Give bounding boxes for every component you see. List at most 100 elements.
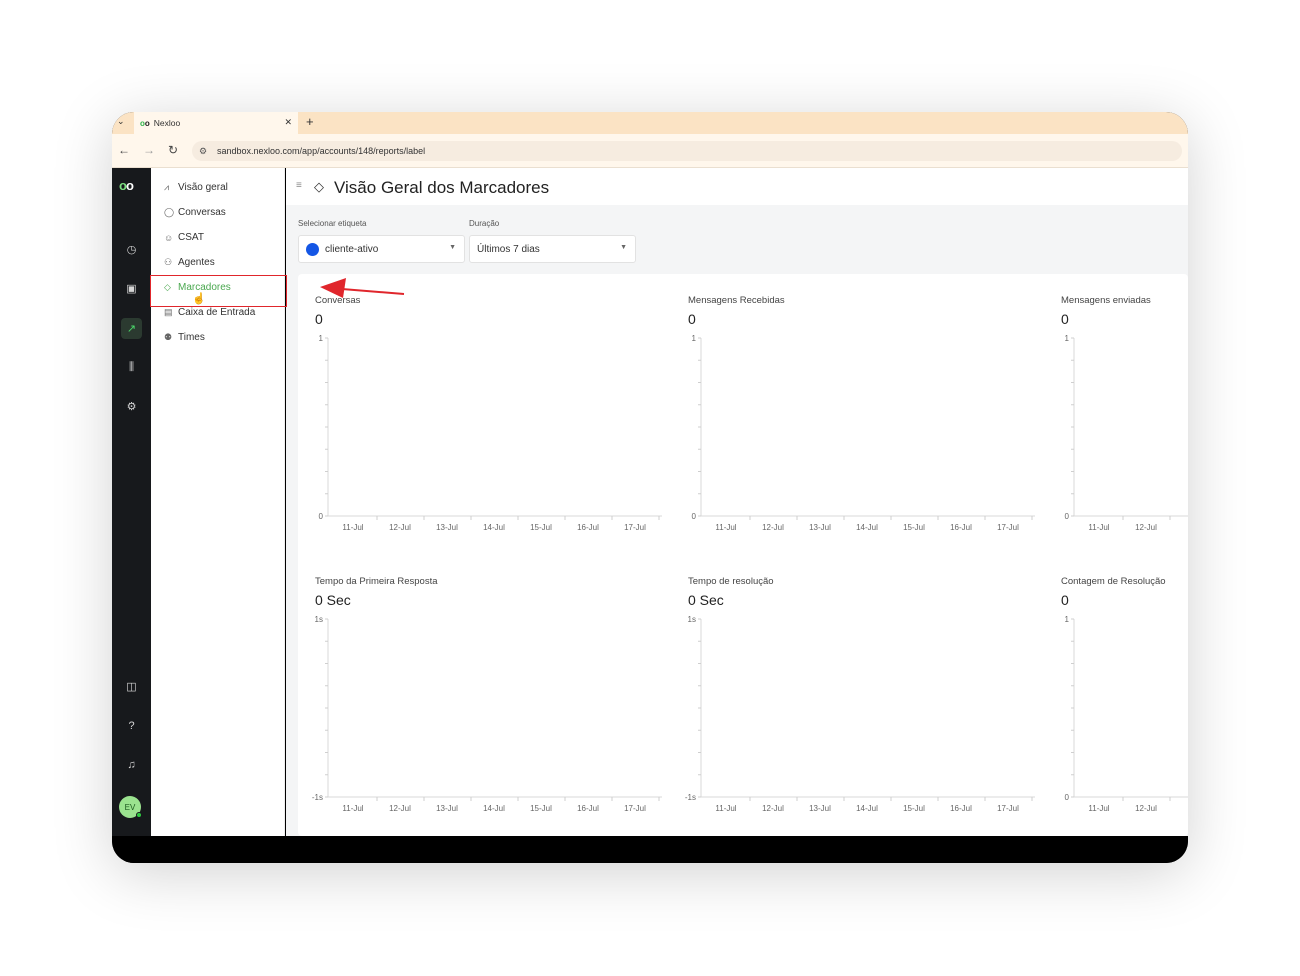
reload-icon[interactable]: ↻ (168, 143, 178, 157)
x-tick-label: 11-Jul (715, 523, 736, 532)
x-tick-label: 15-Jul (903, 523, 925, 532)
label-select[interactable]: cliente-ativo ▼ (298, 235, 465, 263)
logo: oo (119, 178, 134, 193)
sidebar-item-agentes[interactable]: ⚇ Agentes (164, 257, 215, 268)
duration-select-value: Últimos 7 dias (477, 243, 540, 255)
x-tick-label: 14-Jul (856, 804, 878, 813)
x-tick-label: 12-Jul (762, 523, 784, 532)
y-tick-label: 1 (1065, 615, 1070, 624)
highlight-box (150, 275, 287, 307)
avatar[interactable]: EV (119, 796, 142, 818)
sidebar-item-label: Times (178, 332, 205, 343)
hand-cursor-icon: ☝ (192, 293, 206, 305)
x-tick-label: 17-Jul (624, 523, 646, 532)
gear-icon[interactable]: ⚙ (121, 396, 142, 417)
x-tick-label: 15-Jul (903, 804, 925, 813)
inbox-icon: ▤ (164, 307, 173, 317)
sidebar-item-label: Agentes (178, 257, 215, 268)
x-tick-label: 13-Jul (809, 523, 831, 532)
tag-icon: ◇ (314, 179, 324, 194)
metric-value: 0 (688, 311, 696, 327)
contacts-icon[interactable]: ▣ (121, 278, 142, 299)
chat-icon: ◯ (164, 207, 175, 217)
dashboard-icon[interactable]: ◫ (121, 676, 142, 697)
y-tick-label: 0 (692, 512, 697, 521)
x-tick-label: 12-Jul (1135, 523, 1157, 532)
users-icon: ⚇ (164, 257, 173, 267)
metric-title: Contagem de Resolução (1061, 576, 1166, 587)
sidebar-item-label: CSAT (178, 232, 204, 243)
x-tick-label: 11-Jul (342, 523, 363, 532)
label-filter-label: Selecionar etiqueta (298, 219, 367, 228)
x-tick-label: 11-Jul (1088, 804, 1109, 813)
browser-tab[interactable]: oo Nexloo ✕ (134, 112, 298, 134)
tab-title: Nexloo (153, 118, 181, 128)
bell-icon[interactable]: ♫ (121, 754, 142, 775)
chevron-down-icon[interactable]: ⌄ (117, 116, 125, 127)
x-tick-label: 11-Jul (342, 804, 363, 813)
smile-icon: ☺ (164, 232, 174, 243)
x-tick-label: 12-Jul (389, 523, 411, 532)
site-settings-icon[interactable]: ⚙ (199, 141, 207, 161)
x-tick-label: 17-Jul (997, 804, 1019, 813)
team-icon: ⚉ (164, 332, 173, 342)
sidebar-item-csat[interactable]: ☺ CSAT (164, 232, 204, 243)
sidebar-item-label: Conversas (178, 207, 226, 218)
sidebar-item-visao-geral[interactable]: ⩘ Visão geral (164, 182, 228, 193)
metric-title: Mensagens Recebidas (688, 295, 785, 306)
online-status-dot (136, 812, 142, 818)
duration-select[interactable]: Últimos 7 dias ▼ (469, 235, 636, 263)
y-tick-label: 1 (1065, 334, 1070, 343)
label-color-dot (306, 242, 319, 256)
arrow-right-icon[interactable]: → (143, 143, 155, 157)
chart-mensagens-recebidas: 0 1 11-Jul 12-Jul 13-Jul 14-Jul 15-Jul 16-Jul 17… (692, 334, 1035, 532)
metric-value: 0 (1061, 592, 1069, 608)
reports-sidebar: ⩘ Visão geral ◯ Conversas ☺ CSAT ⚇ Agentes ◇… (151, 168, 285, 836)
x-tick-label: 14-Jul (856, 523, 878, 532)
x-tick-label: 16-Jul (577, 523, 599, 532)
x-tick-label: 11-Jul (1088, 523, 1109, 532)
x-tick-label: 15-Jul (530, 523, 552, 532)
browser-tab-bar: ⌄ oo Nexloo ✕ + (112, 112, 1188, 134)
x-tick-label: 11-Jul (715, 804, 736, 813)
chart-tempo-resolucao: -1s 1s 11-Jul 12-Jul 13-Jul 14-Jul 15-Jul 16-Ju… (685, 615, 1035, 813)
sidebar-item-conversas[interactable]: ◯ Conversas (164, 207, 226, 218)
x-tick-label: 12-Jul (389, 804, 411, 813)
address-bar: ← → ↻ ⚙ sandbox.nexloo.com/app/accounts/… (112, 134, 1188, 168)
help-icon[interactable]: ? (121, 715, 142, 736)
device-frame: ⌄ oo Nexloo ✕ + ← → ↻ ⚙ sandbox.nexloo.c… (112, 112, 1188, 863)
y-tick-label: -1s (685, 793, 696, 802)
x-tick-label: 15-Jul (530, 804, 552, 813)
app-rail: oo ◷ ▣ ↗ ⫼ ⚙ ◫ ? ♫ EV (112, 168, 151, 836)
menu-icon[interactable]: ≡ (296, 180, 302, 191)
close-icon[interactable]: ✕ (284, 117, 292, 128)
y-tick-label: -1s (312, 793, 323, 802)
chevron-down-icon: ▼ (449, 244, 456, 251)
chat-icon[interactable]: ◷ (121, 239, 142, 260)
new-tab-icon[interactable]: + (306, 114, 314, 129)
url-field[interactable]: ⚙ sandbox.nexloo.com/app/accounts/148/re… (192, 141, 1182, 161)
chart-tempo-primeira-resposta: -1s 1s 11-Jul 12-Jul 13-Jul 14-Jul 15-Jul 16-Ju… (312, 615, 662, 813)
sidebar-item-times[interactable]: ⚉ Times (164, 332, 205, 343)
x-tick-label: 14-Jul (483, 523, 505, 532)
x-tick-label: 14-Jul (483, 804, 505, 813)
reports-icon[interactable]: ↗ (121, 318, 142, 339)
metrics-panel: Conversas 0 0 1 11-Jul 12-Jul 13-Jul 14-Jul 15… (298, 274, 1188, 836)
x-tick-label: 13-Jul (809, 804, 831, 813)
chart-conversas: 0 1 11-Jul 12-Jul 13-Jul 14-Jul 15-Jul 16-Jul 17… (319, 334, 662, 532)
metric-value: 0 (1061, 311, 1069, 327)
bottom-bar (112, 836, 1188, 863)
sidebar-item-caixa-de-entrada[interactable]: ▤ Caixa de Entrada (164, 307, 255, 318)
metric-value: 0 (315, 311, 323, 327)
arrow-left-icon[interactable]: ← (118, 143, 130, 157)
metric-title: Mensagens enviadas (1061, 295, 1151, 306)
y-tick-label: 1 (692, 334, 697, 343)
chevron-down-icon: ▼ (620, 244, 627, 251)
metric-title: Tempo da Primeira Resposta (315, 576, 438, 587)
avatar-initials: EV (124, 802, 136, 812)
x-tick-label: 16-Jul (577, 804, 599, 813)
metric-value: 0 Sec (688, 592, 724, 608)
library-icon[interactable]: ⫼ (121, 357, 142, 378)
sidebar-item-label: Visão geral (178, 182, 228, 193)
label-select-value: cliente-ativo (325, 243, 379, 255)
